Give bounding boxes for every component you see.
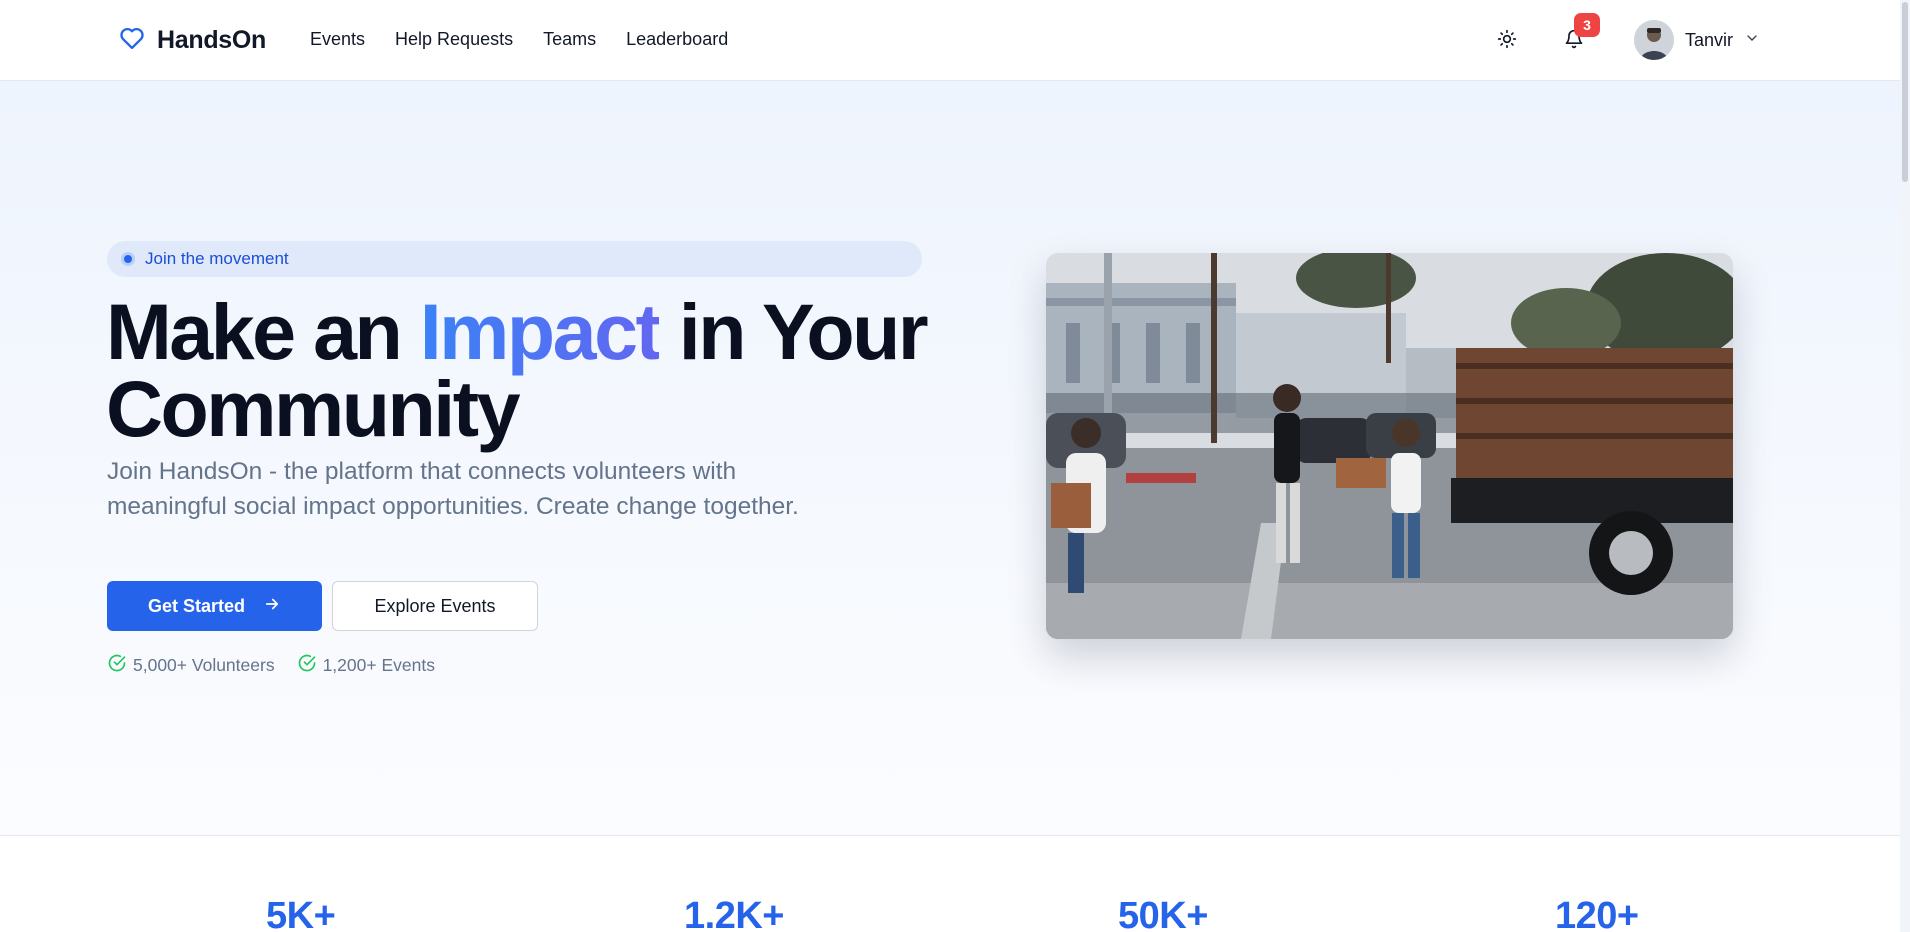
stats-section: 5K+ 1.2K+ 50K+ 120+ bbox=[0, 837, 1900, 932]
highlight-label: 5,000+ Volunteers bbox=[133, 655, 275, 675]
chevron-down-icon bbox=[1744, 30, 1760, 51]
nav-teams[interactable]: Teams bbox=[543, 29, 596, 50]
pill-dot-icon bbox=[121, 252, 135, 266]
check-circle-icon bbox=[107, 653, 127, 678]
stat-communities: 120+ bbox=[1555, 895, 1639, 932]
scrollbar-thumb[interactable] bbox=[1902, 2, 1908, 182]
headline-accent: Impact bbox=[419, 287, 662, 376]
highlight-item: 1,200+ Events bbox=[297, 653, 435, 678]
nav-help-requests[interactable]: Help Requests bbox=[395, 29, 513, 50]
pill-text: Join the movement bbox=[145, 249, 289, 268]
main-nav: Events Help Requests Teams Leaderboard bbox=[310, 29, 728, 50]
nav-leaderboard[interactable]: Leaderboard bbox=[626, 29, 728, 50]
notification-badge: 3 bbox=[1574, 13, 1600, 37]
brand-logo[interactable]: HandsOn bbox=[117, 24, 266, 57]
user-menu[interactable]: Tanvir bbox=[1634, 20, 1760, 60]
get-started-label: Get Started bbox=[147, 595, 246, 616]
avatar bbox=[1634, 20, 1674, 60]
heart-icon bbox=[117, 24, 147, 57]
top-navbar: HandsOn Events Help Requests Teams Leade… bbox=[0, 0, 1910, 81]
hero-description: Join HandsOn - the platform that connect… bbox=[107, 458, 799, 520]
stat-hours: 50K+ bbox=[1118, 895, 1208, 932]
nav-events[interactable]: Events bbox=[310, 29, 365, 50]
sun-icon bbox=[1497, 29, 1517, 54]
theme-toggle-button[interactable] bbox=[1493, 27, 1521, 55]
highlight-item: 5,000+ Volunteers bbox=[107, 653, 275, 678]
highlight-label: 1,200+ Events bbox=[322, 655, 435, 675]
headline-part-1: Make an bbox=[106, 287, 420, 376]
stat-volunteers: 5K+ bbox=[266, 895, 336, 932]
arrow-right-icon bbox=[263, 595, 281, 618]
movement-pill: Join the movement bbox=[107, 241, 922, 277]
hero-highlights: 5,000+ Volunteers 1,200+ Events bbox=[107, 653, 435, 678]
brand-name: HandsOn bbox=[157, 26, 267, 54]
explore-events-button[interactable]: Explore Events bbox=[332, 581, 538, 631]
hero-headline: Make an Impact in Your Community bbox=[106, 292, 966, 448]
check-circle-icon bbox=[297, 653, 317, 678]
stat-events: 1.2K+ bbox=[684, 895, 784, 932]
hero-image bbox=[1046, 253, 1733, 639]
hero-section: Join the movement Make an Impact in Your… bbox=[0, 81, 1900, 836]
get-started-button[interactable]: Get Started bbox=[107, 581, 322, 631]
user-name: Tanvir bbox=[1685, 29, 1734, 50]
